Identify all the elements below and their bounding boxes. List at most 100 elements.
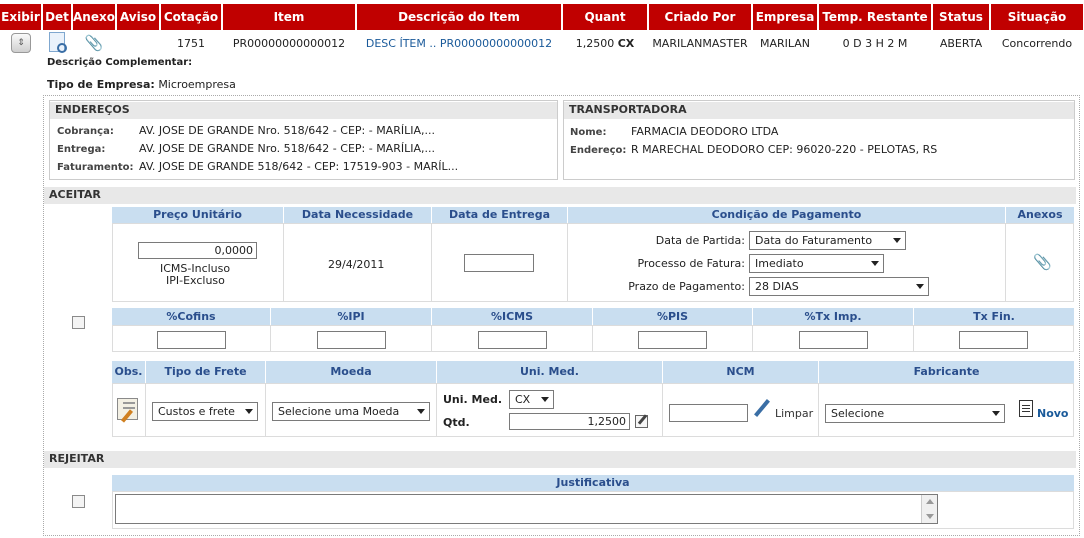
obs-edit-icon[interactable] [117, 398, 138, 423]
fabricante-select[interactable]: Selecione [825, 404, 1005, 423]
prazo-pagamento-label: Prazo de Pagamento: [628, 280, 745, 293]
chevron-down-icon [245, 409, 253, 414]
situacao-value: Concorrendo [1001, 36, 1073, 50]
data-necessidade-header: Data Necessidade [284, 207, 431, 223]
moeda-value: Selecione uma Moeda [278, 405, 400, 418]
col-descricao[interactable]: Descrição do Item [356, 4, 563, 30]
ncm-header: NCM [663, 361, 818, 383]
icms-header: %ICMS [432, 308, 592, 325]
cofins-input[interactable] [157, 331, 226, 349]
tipo-empresa-line: Tipo de Empresa: Microempresa [47, 78, 236, 91]
rejeitar-title: REJEITAR [44, 451, 1076, 468]
entrega-value: AV. JOSE DE GRANDE Nro. 518/642 - CEP: -… [139, 142, 435, 155]
col-temp-restante[interactable]: Temp. Restante [818, 4, 933, 30]
prazo-pagamento-value: 28 DIAS [755, 280, 799, 293]
preco-unitario-input[interactable]: 0,0000 [138, 242, 257, 259]
chevron-down-icon [893, 238, 901, 243]
moeda-select[interactable]: Selecione uma Moeda [272, 402, 430, 421]
data-necessidade-value: 29/4/2011 [328, 258, 385, 271]
faturamento-value: AV. JOSE DE GRANDE 518/642 - CEP: 17519-… [139, 160, 459, 173]
chevron-down-icon [871, 261, 879, 266]
data-partida-value: Data do Faturamento [755, 234, 873, 247]
qtd-input[interactable]: 1,2500 [509, 413, 630, 430]
data-partida-select[interactable]: Data do Faturamento [749, 231, 906, 250]
quant-number: 1,2500 [575, 36, 615, 50]
paperclip-icon[interactable]: 📎 [1033, 253, 1052, 271]
uni-med-select[interactable]: CX [509, 390, 554, 409]
ipi-header: %IPI [271, 308, 431, 325]
col-quant[interactable]: Quant [562, 4, 649, 30]
col-exibir[interactable]: Exibir [0, 4, 43, 30]
descricao-link[interactable]: DESC ÍTEM .. PR00000000000012 [356, 30, 562, 56]
prazo-pagamento-select[interactable]: 28 DIAS [749, 277, 929, 296]
nome-value: FARMACIA DEODORO LTDA [631, 125, 779, 138]
col-empresa[interactable]: Empresa [752, 4, 819, 30]
justificativa-header: Justificativa [112, 475, 1074, 491]
col-cotacao[interactable]: Cotação [160, 4, 223, 30]
textarea-scrollbar[interactable] [921, 495, 937, 523]
tipo-frete-select[interactable]: Custos e frete [152, 402, 258, 421]
moeda-header: Moeda [266, 361, 436, 383]
novo-link[interactable]: Novo [1037, 407, 1069, 420]
tx-fin-input[interactable] [959, 331, 1028, 349]
anexos-header: Anexos [1006, 207, 1074, 223]
expand-icon[interactable]: ⇕ [0, 30, 42, 56]
cobranca-label: Cobrança: [57, 126, 114, 137]
limpar-link[interactable]: Limpar [775, 407, 813, 420]
status-value: ABERTA [939, 36, 983, 50]
criado-por-value: MARILANMASTER [652, 36, 748, 50]
col-det[interactable]: Det [42, 4, 73, 30]
item-value: PR00000000000012 [232, 36, 346, 50]
faturamento-label: Faturamento: [57, 162, 134, 173]
icms-input[interactable] [478, 331, 547, 349]
col-anexo[interactable]: Anexo [72, 4, 117, 30]
aceitar-title: ACEITAR [44, 187, 1076, 204]
aviso-cell [116, 30, 160, 56]
data-entrega-input[interactable] [464, 254, 534, 272]
uni-med-value: CX [515, 393, 531, 406]
data-partida-label: Data de Partida: [655, 234, 745, 247]
rejeitar-checkbox[interactable] [72, 495, 85, 508]
nome-label: Nome: [570, 127, 607, 138]
ipi-input[interactable] [317, 331, 386, 349]
fabricante-value: Selecione [831, 407, 885, 420]
tipo-frete-value: Custos e frete [158, 405, 235, 418]
pis-header: %PIS [593, 308, 752, 325]
uni-med-header: Uni. Med. [437, 361, 662, 383]
col-aviso[interactable]: Aviso [116, 4, 161, 30]
notepad-icon[interactable] [1019, 400, 1033, 417]
transportadora-title: TRANSPORTADORA [564, 102, 1074, 119]
processo-fatura-select[interactable]: Imediato [749, 254, 884, 273]
tipo-frete-header: Tipo de Frete [146, 361, 265, 383]
quant-unit: CX [617, 36, 635, 50]
cobranca-value: AV. JOSE DE GRANDE Nro. 518/642 - CEP: -… [139, 124, 435, 137]
uni-med-label: Uni. Med. [443, 393, 503, 406]
paperclip-icon[interactable]: 📎 [72, 30, 116, 56]
col-situacao[interactable]: Situação [990, 4, 1084, 30]
endereco-value: R MARECHAL DEODORO CEP: 96020-220 - PELO… [631, 143, 938, 156]
col-status[interactable]: Status [932, 4, 991, 30]
condicao-pagamento-header: Condição de Pagamento [568, 207, 1005, 223]
col-item[interactable]: Item [222, 4, 357, 30]
cotacao-value: 1751 [177, 36, 205, 50]
justificativa-textarea[interactable] [115, 494, 938, 524]
qtd-label: Qtd. [443, 416, 470, 429]
processo-fatura-label: Processo de Fatura: [637, 257, 745, 270]
chevron-down-icon [916, 284, 924, 289]
pis-input[interactable] [638, 331, 707, 349]
ncm-input[interactable] [669, 404, 748, 422]
ipi-text: IPI-Excluso [166, 274, 225, 287]
processo-fatura-value: Imediato [755, 257, 804, 270]
cofins-header: %Cofins [112, 308, 270, 325]
quant-value: 1,2500 CX [562, 30, 648, 56]
qtd-edit-icon[interactable] [635, 414, 648, 428]
tx-imp-input[interactable] [799, 331, 868, 349]
descricao-complementar-label: Descrição Complementar: [47, 57, 193, 68]
col-criado-por[interactable]: Criado Por [648, 4, 753, 30]
table-row: ⇕ 📎 1751 PR00000000000012 DESC ÍTEM .. P… [0, 30, 1084, 56]
detail-icon[interactable] [42, 30, 72, 56]
aceitar-checkbox[interactable] [72, 316, 85, 329]
empresa-value: MARILAN [759, 36, 811, 50]
tipo-empresa-value: Microempresa [158, 78, 236, 91]
preco-unitario-header: Preço Unitário [112, 207, 283, 223]
